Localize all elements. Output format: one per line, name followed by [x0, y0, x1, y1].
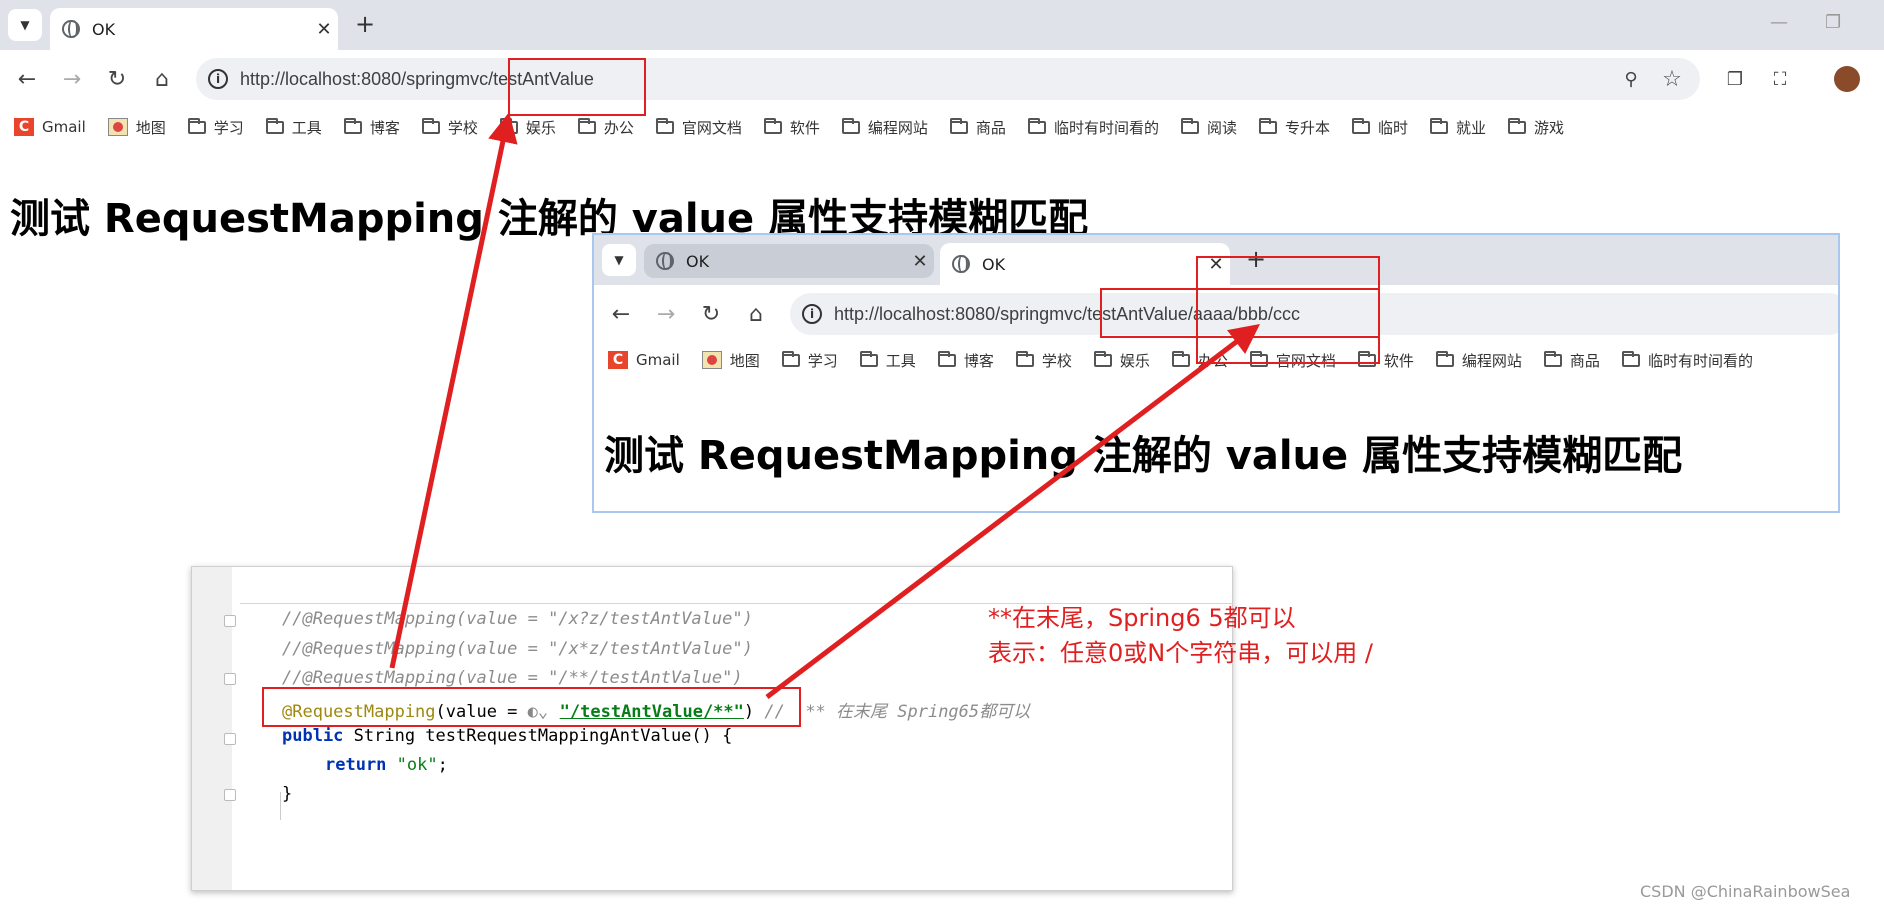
arrow-to-inner-url: [765, 323, 1260, 699]
arrow-to-url: [389, 112, 518, 669]
watermark: CSDN @ChinaRainbowSea: [1640, 882, 1851, 901]
annotation-arrows: [389, 112, 1260, 699]
